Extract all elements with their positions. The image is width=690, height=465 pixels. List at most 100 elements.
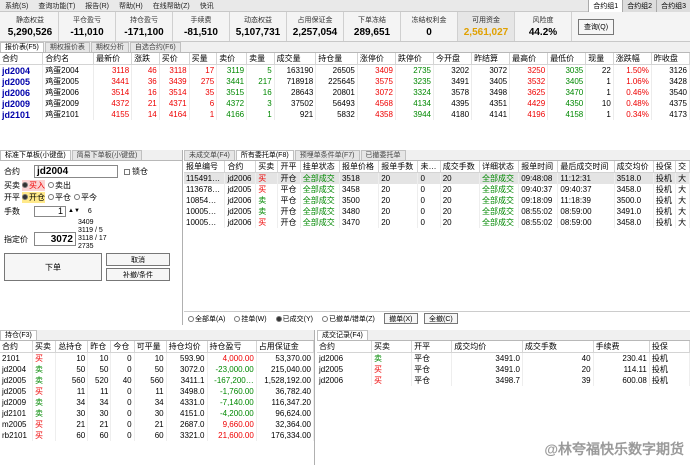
column-header: 交 xyxy=(675,161,690,173)
trade-row[interactable]: jd2006 买平仓 3498.7 39 600.08 投机 xyxy=(317,375,690,386)
table-cell: 平仓 xyxy=(277,184,301,195)
column-header: 成交手数 xyxy=(522,341,594,353)
filter-done-radio[interactable]: 已成交(Y) xyxy=(275,314,313,324)
table-cell: 3515 xyxy=(216,87,248,98)
table-cell: 大 xyxy=(675,172,690,184)
menu-news[interactable]: 快讯 xyxy=(195,1,219,11)
contract-input[interactable]: jd2004 xyxy=(34,165,118,178)
qty-label: 手数 xyxy=(4,206,20,216)
sell-radio[interactable]: 卖出 xyxy=(48,180,71,191)
chase-button[interactable]: 补撤/条件 xyxy=(106,268,170,281)
position-row[interactable]: 2101 买 10 10 0 10 593.90 4,000.00 53,370.00 xyxy=(0,352,315,364)
position-row[interactable]: m2005 买 21 21 0 21 2687.0 9,660.00 32,364.00 xyxy=(0,419,315,430)
tab-conditional-orders[interactable]: 预埋单条件单(F7) xyxy=(294,150,360,160)
order-row[interactable]: 113678… jd2005 买平仓 全部成交 3458 20 0 20 全部成交 09:40:3… xyxy=(184,184,690,195)
quote-row[interactable]: jd2009 鸡蛋2009 4372 21 4371 6 4372 3 37502 56493 45… xyxy=(0,98,690,109)
column-header: 持仓盈亏 xyxy=(207,341,257,353)
table-cell: 开仓 xyxy=(277,172,301,184)
table-cell: 平仓 xyxy=(411,375,453,386)
table-cell: 230.41 xyxy=(593,352,650,364)
table-cell: 1 xyxy=(189,109,218,120)
table-cell: 09:48:08 xyxy=(518,172,559,184)
position-row[interactable]: jd2005 卖 560 520 40 560 3411.1 -167,200… 1,528,1… xyxy=(0,375,315,386)
tab-custom-contracts[interactable]: 自选合约(F6) xyxy=(129,42,181,52)
tab-simple-order[interactable]: 简易下单板(小键盘) xyxy=(71,150,143,160)
menu-report[interactable]: 报告(R) xyxy=(80,1,114,11)
quote-row[interactable]: jd2005 鸡蛋2005 3441 36 3439 275 3441 217 718918 22… xyxy=(0,76,690,87)
filter-cancel-radio[interactable]: 已撤单/错单(Z) xyxy=(321,314,375,324)
qty-stepper[interactable]: ▲▼ xyxy=(68,208,80,214)
order-row[interactable]: 10854… jd2006 卖平仓 全部成交 3500 20 0 20 全部成交 09:18:09… xyxy=(184,195,690,206)
stat-static-equity: 静态权益 5,290,526 xyxy=(2,12,59,41)
menu-query[interactable]: 查询功能(T) xyxy=(33,1,80,11)
buy-radio[interactable]: 买入 xyxy=(22,179,45,191)
order-row[interactable]: 115491… jd2006 买开仓 全部成交 3518 20 0 20 全部成交 09:48:0… xyxy=(184,172,690,184)
close-today-radio[interactable]: 平今 xyxy=(74,192,97,203)
query-button[interactable]: 查询(Q) xyxy=(578,19,614,35)
table-cell: 10 xyxy=(55,352,89,364)
menu-help[interactable]: 帮助(H) xyxy=(114,1,148,11)
order-row[interactable]: 10005… jd2006 买开仓 全部成交 3470 20 0 20 全部成交 08:55:02… xyxy=(184,217,690,228)
table-cell: 9,660.00 xyxy=(207,419,257,430)
contract-group-1-tab[interactable]: 合约组1 xyxy=(588,0,623,12)
trade-row[interactable]: jd2006 卖平仓 3491.0 40 230.41 投机 xyxy=(317,352,690,364)
position-row[interactable]: rb2101 买 60 60 0 60 3321.0 21,600.00 176,334.00 xyxy=(0,430,315,441)
menu-system[interactable]: 系统(S) xyxy=(0,1,33,11)
tab-option-quotes[interactable]: 期权报价表 xyxy=(44,42,90,52)
table-cell: 3518.0 xyxy=(614,172,654,184)
table-cell: 20 xyxy=(378,184,419,195)
submit-order-button[interactable]: 下单 xyxy=(4,253,102,281)
quote-row[interactable]: jd2004 鸡蛋2004 3118 46 3118 17 3119 5 163190 26505… xyxy=(0,64,690,76)
cancel-button[interactable]: 取消 xyxy=(106,253,170,266)
table-cell: jd2006 xyxy=(317,375,372,386)
quote-row[interactable]: jd2101 鸡蛋2101 4155 14 4164 1 4166 1 921 5832 4358 3… xyxy=(0,109,690,120)
tab-standard-order[interactable]: 标准下单板(小键盘) xyxy=(0,150,71,160)
tab-all-orders[interactable]: 所有委托单(F8) xyxy=(235,150,294,160)
order-row[interactable]: 10005… jd2005 卖开仓 全部成交 3480 20 0 20 全部成交 08:55:02… xyxy=(184,206,690,217)
trade-row[interactable]: jd2005 买平仓 3491.0 20 114.11 投机 xyxy=(317,364,690,375)
lock-checkbox[interactable]: 锁仓 xyxy=(124,166,148,177)
table-cell: 50 xyxy=(87,364,112,375)
position-row[interactable]: jd2009 卖 34 34 0 34 4331.0 -7,140.00 116,347.20 xyxy=(0,397,315,408)
column-header: 合约 xyxy=(224,161,257,173)
filter-all-radio[interactable]: 全部单(A) xyxy=(188,314,225,324)
table-cell: 4358 xyxy=(357,109,396,120)
table-cell: 5 xyxy=(246,64,275,76)
table-cell: 16 xyxy=(246,87,275,98)
quote-row[interactable]: jd2006 鸡蛋2006 3514 16 3514 35 3515 16 28643 20801… xyxy=(0,87,690,98)
table-cell: 26505 xyxy=(315,64,358,76)
tab-pending-orders[interactable]: 未成交单(F4) xyxy=(184,150,235,160)
cancel-order-button[interactable]: 撤单(X) xyxy=(383,313,418,324)
cancel-all-button[interactable]: 全撤(C) xyxy=(423,313,458,324)
table-cell: 3441 xyxy=(93,76,133,87)
filter-hang-radio[interactable]: 挂单(W) xyxy=(234,314,267,324)
position-row[interactable]: jd2101 卖 30 30 0 30 4151.0 -4,200.00 96,624.00 xyxy=(0,408,315,419)
tab-trades[interactable]: 成交记录(F4) xyxy=(317,330,368,340)
contract-group-3-tab[interactable]: 合约组3 xyxy=(656,0,690,12)
menu-online-help[interactable]: 在线帮助(Z) xyxy=(148,1,195,11)
column-header: 开平 xyxy=(277,161,301,173)
contract-group-2-tab[interactable]: 合约组2 xyxy=(622,0,657,12)
table-cell: 08:55:02 xyxy=(518,206,559,217)
qty-input[interactable]: 1 xyxy=(34,205,66,217)
tab-positions[interactable]: 持仓(F3) xyxy=(0,330,37,340)
position-row[interactable]: jd2004 卖 50 50 0 50 3072.0 -23,000.00 215,040.00 xyxy=(0,364,315,375)
close-radio[interactable]: 平仓 xyxy=(48,192,71,203)
quote-table: 合约 合约名 最新价 涨跌 买价 买量 卖价 卖量 成交量 持仓量 涨停价 跌停价 今开盘 昨结算 最高价最… xyxy=(0,53,690,137)
table-cell: 20 xyxy=(522,364,594,375)
table-cell: 开仓 xyxy=(277,206,301,217)
open-radio[interactable]: 开仓 xyxy=(22,191,45,203)
table-cell: 3491.0 xyxy=(451,352,523,364)
tab-cancelled-orders[interactable]: 已撤委托单 xyxy=(360,150,406,160)
table-cell: 4173 xyxy=(651,109,690,120)
table-cell: jd2006 xyxy=(317,352,372,364)
table-cell: 11:12:31 xyxy=(557,172,615,184)
price-input[interactable]: 3072 xyxy=(34,232,76,246)
position-row[interactable]: jd2005 买 11 11 0 11 3498.0 -1,760.00 36,782.40 xyxy=(0,386,315,397)
table-cell: 08:59:00 xyxy=(557,217,615,228)
tab-quote-table[interactable]: 报价表(F5) xyxy=(0,42,44,52)
tab-option-analysis[interactable]: 期权分析 xyxy=(90,42,129,52)
table-cell: 4395 xyxy=(433,98,473,109)
table-cell: 10 xyxy=(134,352,167,364)
table-cell: 全部成交 xyxy=(300,217,340,228)
